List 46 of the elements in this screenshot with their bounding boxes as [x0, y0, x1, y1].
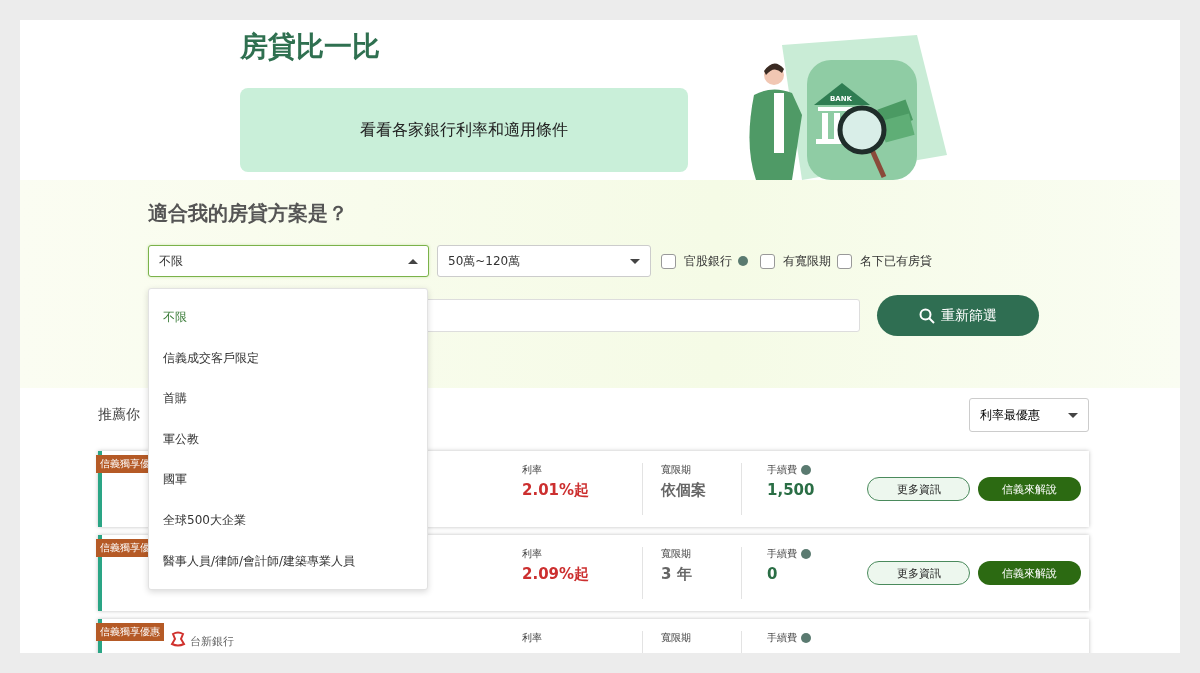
select-field[interactable]: 50萬~120萬: [437, 245, 651, 277]
checkbox[interactable]: [760, 253, 775, 269]
consult-button[interactable]: 信義來解說: [978, 561, 1081, 585]
caret-icon: [408, 258, 418, 264]
section-heading: 推薦你: [98, 406, 140, 424]
dropdown-option[interactable]: 首購: [149, 378, 427, 419]
search-icon: [919, 307, 935, 324]
page-title: 房貸比一比: [240, 29, 381, 65]
dropdown-option[interactable]: 全球500大企業: [149, 499, 427, 541]
stat-value: 3 年: [661, 565, 693, 584]
info-icon: [801, 633, 811, 643]
more-info-button[interactable]: 更多資訊: [867, 477, 970, 501]
stat-value: 1,500: [767, 481, 816, 499]
select-field[interactable]: 不限: [148, 245, 429, 277]
checkbox-label: 有寬限期: [783, 252, 831, 270]
stat-label: 利率: [522, 631, 542, 645]
stat-label: 利率: [522, 463, 542, 477]
stat-label: 手續費: [767, 631, 797, 645]
dropdown-option[interactable]: 不限: [149, 297, 427, 338]
dropdown-option[interactable]: 信義成交客戶限定: [149, 337, 427, 379]
section-heading: 適合我的房貸方案是？: [148, 200, 349, 227]
checkbox[interactable]: [661, 253, 676, 269]
checkbox-label: 名下已有房貸: [860, 252, 932, 270]
checkbox-label: 官股銀行: [684, 252, 732, 270]
stat-label: 手續費: [767, 547, 797, 561]
caret-icon: [630, 258, 640, 264]
stat-label: 利率: [522, 547, 542, 561]
search-button[interactable]: 重新篩選: [877, 295, 1039, 336]
stat-label: 手續費: [767, 463, 797, 477]
stat-label: 寬限期: [661, 631, 691, 645]
stat-value: 2.09%起: [522, 565, 591, 584]
stat-value: 2.01%起: [522, 481, 591, 500]
stat-value: 0: [767, 565, 779, 583]
more-info-button[interactable]: 更多資訊: [867, 561, 970, 585]
stat-value: 依個案: [661, 481, 707, 500]
checkbox[interactable]: [837, 253, 852, 269]
stat-label: 寬限期: [661, 463, 691, 477]
caret-icon: [1068, 412, 1078, 418]
bank-name: 台新銀行: [190, 633, 234, 649]
sort-select[interactable]: 利率最優惠: [969, 398, 1089, 432]
info-icon: [801, 549, 811, 559]
speech-bubble: 看看各家銀行利率和適用條件: [240, 88, 688, 172]
promo-ribbon: 信義獨享優惠: [96, 623, 164, 641]
info-icon: [801, 465, 811, 475]
consult-button[interactable]: 信義來解說: [978, 477, 1081, 501]
stat-label: 寬限期: [661, 547, 691, 561]
